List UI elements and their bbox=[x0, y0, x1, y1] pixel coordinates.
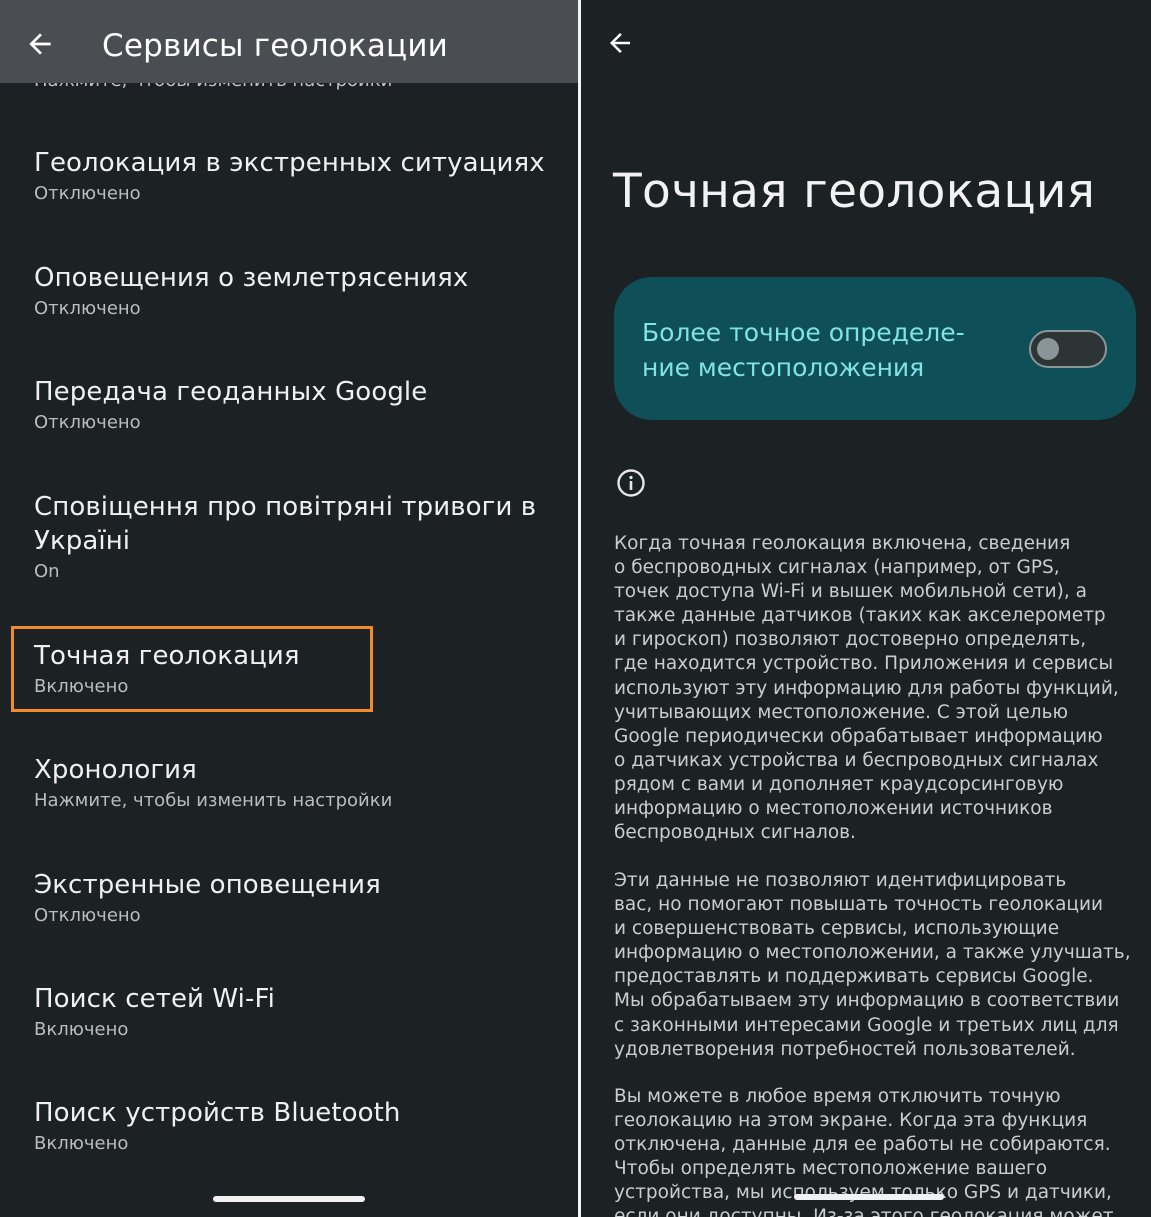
list-item-bluetooth-scanning[interactable]: Поиск устройств Bluetooth Включено bbox=[34, 1096, 564, 1156]
list-item-air-raid-alerts[interactable]: Сповіщення про повітряні тривоги в Украї… bbox=[34, 490, 564, 584]
list-item-status: Отключено bbox=[34, 183, 141, 204]
list-item-status: Отключено bbox=[34, 298, 141, 319]
list-item-title: Геолокация в экстренных ситуациях bbox=[34, 148, 545, 178]
list-item-status: On bbox=[34, 561, 60, 582]
description-paragraph: Эти данные не позволяют идентифицировать… bbox=[614, 870, 1131, 1060]
list-item-status: Включено bbox=[34, 1019, 129, 1040]
arrow-left-icon[interactable] bbox=[605, 28, 635, 58]
list-item-title: Хронология bbox=[34, 755, 197, 785]
switch-knob bbox=[1037, 338, 1059, 360]
list-item-status: Отключено bbox=[34, 412, 141, 433]
list-item-emergency-location[interactable]: Геолокация в экстренных ситуациях Отключ… bbox=[34, 146, 564, 206]
list-item-emergency-alerts[interactable]: Экстренные оповещения Отключено bbox=[34, 868, 564, 928]
list-item-title: Оповещения о землетрясениях bbox=[34, 263, 469, 293]
list-item-status: Нажмите, чтобы изменить настройки bbox=[34, 790, 393, 811]
toggle-label: Более точное определе- ние местоположени… bbox=[642, 318, 965, 382]
app-bar: Сервисы геолокации bbox=[0, 0, 578, 83]
screenshot-root: Сервисы геолокации Нажмите, чтобы измени… bbox=[0, 0, 1151, 1217]
precise-location-toggle-card[interactable]: Более точное определе- ние местоположени… bbox=[614, 277, 1136, 420]
list-item-wifi-scanning[interactable]: Поиск сетей Wi-Fi Включено bbox=[34, 982, 564, 1042]
list-item-status: Отключено bbox=[34, 905, 141, 926]
list-item-title: Поиск устройств Bluetooth bbox=[34, 1098, 401, 1128]
location-services-screen: Сервисы геолокации Нажмите, чтобы измени… bbox=[0, 0, 578, 1217]
precise-location-screen: Точная геолокация Более точное определе-… bbox=[581, 0, 1151, 1217]
list-item-title: Сповіщення про повітряні тривоги в Украї… bbox=[34, 492, 537, 556]
info-icon bbox=[616, 468, 646, 498]
description-paragraph: Когда точная геолокация включена, сведен… bbox=[614, 533, 1119, 844]
list-item-google-location-sharing[interactable]: Передача геоданных Google Отключено bbox=[34, 375, 564, 435]
gesture-nav-bar[interactable] bbox=[213, 1196, 365, 1202]
list-item-title: Экстренные оповещения bbox=[34, 870, 381, 900]
list-item-earthquake-alerts[interactable]: Оповещения о землетрясениях Отключено bbox=[34, 261, 564, 321]
gesture-nav-bar[interactable] bbox=[794, 1194, 944, 1200]
list-item-timeline[interactable]: Хронология Нажмите, чтобы изменить настр… bbox=[34, 753, 564, 813]
page-title: Сервисы геолокации bbox=[102, 28, 449, 64]
highlight-frame bbox=[11, 626, 373, 712]
list-item-title: Поиск сетей Wi-Fi bbox=[34, 984, 275, 1014]
page-title: Точная геолокация bbox=[613, 164, 1096, 219]
list-item-title: Передача геоданных Google bbox=[34, 377, 428, 407]
precise-location-switch[interactable] bbox=[1029, 330, 1107, 368]
arrow-left-icon[interactable] bbox=[24, 28, 56, 60]
list-item-status: Включено bbox=[34, 1133, 129, 1154]
